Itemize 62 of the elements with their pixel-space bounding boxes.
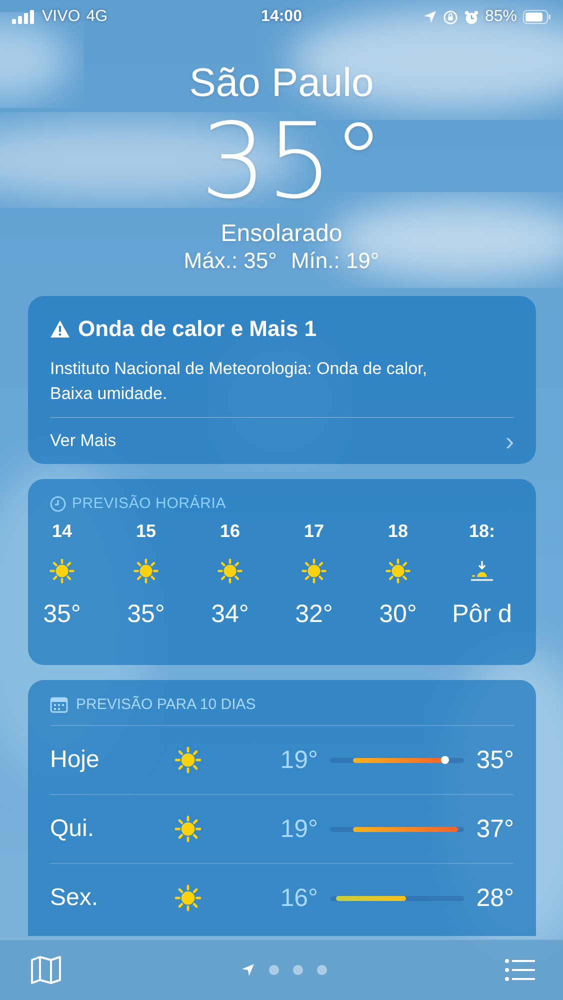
high-temperature: 35°: [475, 746, 514, 774]
low-temperature: 19°: [279, 746, 319, 774]
current-temperature-dot: [440, 756, 449, 764]
hour-temperature: 34°: [211, 600, 249, 629]
hour-temperature: 30°: [379, 600, 417, 629]
hour-label: 18: [388, 520, 408, 542]
sun-icon: [172, 813, 204, 845]
city-name: São Paulo: [189, 60, 374, 106]
list-button[interactable]: [505, 959, 535, 981]
page-dot[interactable]: [292, 965, 302, 975]
hour-label: 15: [136, 520, 156, 542]
section-title: PREVISÃO HORÁRIA: [72, 495, 226, 512]
alert-text: Instituto Nacional de Meteorologia: Onda de calor, Baixa umidade.: [50, 356, 514, 418]
battery-percentage: 85%: [484, 8, 518, 26]
section-title: PREVISÃO PARA 10 DIAS: [76, 696, 256, 713]
sun-icon: [383, 556, 413, 586]
sun-icon: [172, 744, 204, 776]
low-temperature: Mín.: 19°: [290, 248, 380, 274]
location-arrow-icon[interactable]: [240, 963, 254, 977]
warning-icon: [50, 320, 70, 338]
network-type: 4G: [86, 8, 108, 26]
temperature-range-fill: [336, 896, 406, 900]
page-dot[interactable]: [316, 965, 326, 975]
sun-icon: [299, 556, 329, 586]
alert-title: Onda de calor e Mais 1: [78, 316, 316, 342]
signal-icon: [12, 10, 36, 24]
alarm-clock-icon: [464, 10, 479, 24]
carrier-name: VIVO: [42, 8, 80, 26]
hour-label: 18:: [468, 520, 495, 542]
location-arrow-icon: [422, 10, 437, 24]
hour-label: 14: [52, 520, 72, 542]
map-icon: [30, 955, 62, 985]
clock-icon: [50, 496, 66, 512]
low-temperature: 19°: [279, 814, 319, 844]
page-dot[interactable]: [268, 965, 278, 975]
hour-temperature: Pôr d: [452, 600, 512, 629]
high-temperature: Máx.: 35°: [184, 248, 277, 274]
weather-condition: Ensolarado: [220, 220, 342, 248]
current-temperature: 35°: [200, 106, 385, 216]
hour-temperature: 35°: [43, 600, 81, 629]
sun-icon: [172, 882, 204, 914]
day-label: Sex.: [50, 884, 100, 912]
hour-temperature: 35°: [127, 600, 165, 629]
hour-label: 17: [304, 520, 324, 542]
high-temperature: 28°: [475, 884, 514, 912]
hour-label: 16: [220, 520, 240, 542]
map-button[interactable]: [30, 955, 62, 985]
sun-icon: [131, 556, 161, 586]
battery-icon: [523, 10, 552, 24]
day-label: Hoje: [50, 746, 100, 774]
chevron-icon: ›: [505, 426, 514, 456]
list-icon: [505, 959, 535, 981]
low-temperature: 16°: [279, 884, 319, 912]
hour-temperature: 32°: [295, 600, 333, 629]
see-more-link[interactable]: Ver Mais ›: [50, 418, 514, 464]
day-label: Qui.: [50, 815, 96, 843]
sun-icon: [47, 556, 77, 586]
calendar-icon: [50, 696, 68, 712]
status-time: 14:00: [261, 8, 302, 25]
high-temperature: 37°: [475, 814, 514, 844]
rotation-lock-icon: [442, 10, 458, 24]
sun-icon: [215, 556, 245, 586]
